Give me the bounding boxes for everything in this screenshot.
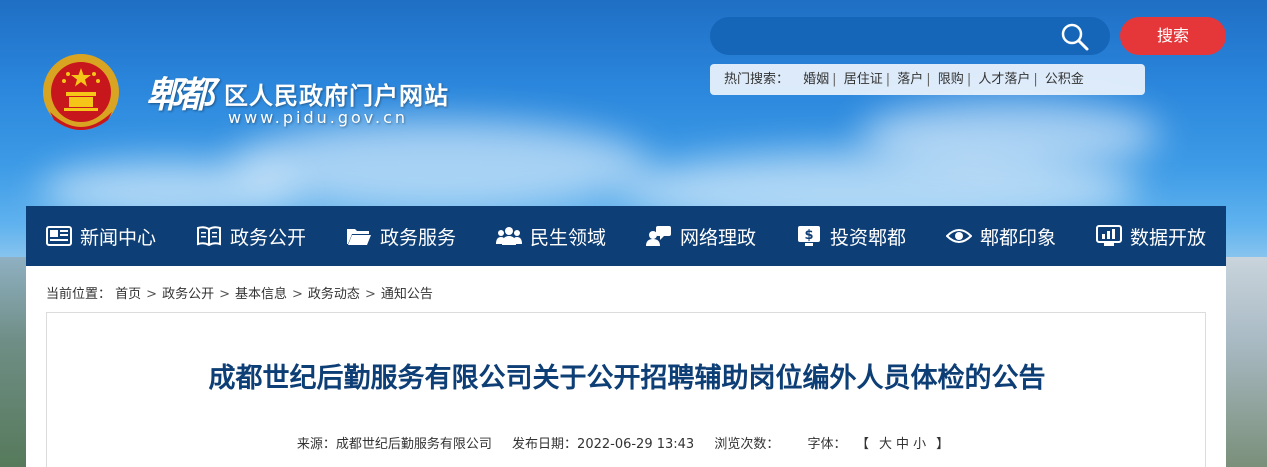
- nav-item-label: 民生领域: [529, 226, 606, 249]
- article-title: 成都世纪后勤服务有限公司关于公开招聘辅助岗位编外人员体检的公告: [208, 363, 1046, 394]
- breadcrumb-label: 当前位置：: [46, 287, 112, 302]
- nav-item-open-data[interactable]: 数据开放: [1076, 206, 1226, 266]
- font-small-button[interactable]: 小: [913, 437, 926, 452]
- breadcrumb-item[interactable]: 基本信息: [235, 287, 287, 302]
- national-emblem: [40, 50, 122, 136]
- nav-item-online-governance[interactable]: 网络理政: [626, 206, 776, 266]
- article-container: 成都世纪后勤服务有限公司关于公开招聘辅助岗位编外人员体检的公告 来源：成都世纪后…: [46, 312, 1206, 467]
- nav-item-livelihood[interactable]: 民生领域: [476, 206, 626, 266]
- hot-keyword[interactable]: 公积金: [1045, 72, 1084, 87]
- breadcrumb: 当前位置： 首页 > 政务公开 > 基本信息 > 政务动态 > 通知公告: [46, 283, 433, 302]
- hot-keyword[interactable]: 居住证: [844, 72, 883, 87]
- article-views: 浏览次数：: [714, 437, 780, 452]
- cloud-decoration: [860, 100, 1160, 170]
- nav-item-impression[interactable]: 郫都印象: [926, 206, 1076, 266]
- keyword-separator: |: [832, 72, 837, 87]
- nav-item-gov-affairs[interactable]: 政务公开: [176, 206, 326, 266]
- svg-text:$: $: [804, 228, 813, 243]
- folder-icon: [346, 229, 371, 245]
- font-bracket-open: 【: [862, 437, 870, 452]
- search-box: [710, 17, 1110, 55]
- keyword-separator: |: [885, 72, 891, 87]
- hot-keyword[interactable]: 婚姻: [803, 72, 829, 87]
- article-source: 来源：成都世纪后勤服务有限公司: [296, 437, 492, 452]
- site-title: 区人民政府门户网站: [224, 81, 449, 110]
- data-screen-icon: [1095, 225, 1122, 246]
- eye-icon: [945, 229, 972, 243]
- nav-item-gov-services[interactable]: 政务服务: [326, 206, 476, 266]
- font-bracket-close: 】: [936, 437, 950, 452]
- breadcrumb-item[interactable]: 政务公开: [162, 287, 214, 302]
- hot-keyword[interactable]: 落户: [897, 72, 923, 87]
- nav-item-label: 政务服务: [379, 226, 456, 249]
- breadcrumb-item[interactable]: 政务动态: [308, 287, 360, 302]
- breadcrumb-separator: >: [146, 287, 158, 302]
- newspaper-icon: [45, 226, 72, 246]
- article-meta: 来源：成都世纪后勤服务有限公司 发布日期：2022-06-29 13:43 浏览…: [47, 433, 1207, 452]
- hot-keyword[interactable]: 限购: [938, 72, 964, 87]
- search-icon[interactable]: [1060, 22, 1090, 52]
- nav-item-label: 新闻中心: [79, 226, 156, 249]
- breadcrumb-separator: >: [219, 287, 230, 302]
- nav-item-news[interactable]: 新闻中心: [26, 206, 176, 266]
- book-icon: [196, 226, 221, 247]
- nav-item-label: 数据开放: [1129, 226, 1206, 249]
- font-size-label: 字体：: [807, 437, 847, 452]
- city-skyline-right: [1225, 257, 1267, 467]
- hot-keyword[interactable]: 人才落户: [978, 72, 1030, 87]
- site-calligraphy: 郫都: [146, 74, 214, 116]
- search-button[interactable]: 搜索: [1120, 17, 1226, 55]
- keyword-separator: |: [1033, 72, 1038, 87]
- article-date: 发布日期：2022-06-29 13:43: [512, 437, 695, 452]
- chat-user-icon: [645, 226, 671, 246]
- breadcrumb-separator: >: [292, 287, 303, 302]
- site-url: www.pidu.gov.cn: [228, 108, 409, 127]
- nav-item-invest[interactable]: $ 投资郫都: [776, 206, 926, 266]
- content-panel: 当前位置： 首页 > 政务公开 > 基本信息 > 政务动态 > 通知公告 成都世纪后勤服务有限公…: [26, 266, 1226, 467]
- keyword-separator: |: [966, 72, 972, 87]
- font-medium-button[interactable]: 中: [896, 437, 909, 452]
- nav-item-label: 政务公开: [229, 226, 306, 249]
- hot-search-bar: 热门搜索： 婚姻 | 居住证 | 落户 | 限购 | 人才落户 | 公积金: [710, 64, 1145, 95]
- breadcrumb-separator: >: [364, 287, 376, 302]
- main-nav: 新闻中心 政务公开 政务服务 民生领域 网络理政 $ 投资郫都 郫都印象 数据开…: [26, 206, 1226, 266]
- dollar-screen-icon: $: [797, 226, 820, 246]
- nav-item-label: 郫都印象: [979, 226, 1056, 249]
- search-input[interactable]: [726, 23, 1056, 49]
- font-size-control: 字体： 【大中小】: [800, 437, 958, 452]
- font-large-button[interactable]: 大: [879, 437, 892, 452]
- nav-item-label: 投资郫都: [829, 226, 906, 249]
- breadcrumb-item[interactable]: 通知公告: [381, 287, 433, 302]
- people-icon: [495, 227, 522, 245]
- keyword-separator: |: [926, 72, 931, 87]
- hot-search-label: 热门搜索：: [724, 72, 790, 87]
- nav-item-label: 网络理政: [679, 226, 756, 249]
- breadcrumb-item[interactable]: 首页: [115, 287, 141, 302]
